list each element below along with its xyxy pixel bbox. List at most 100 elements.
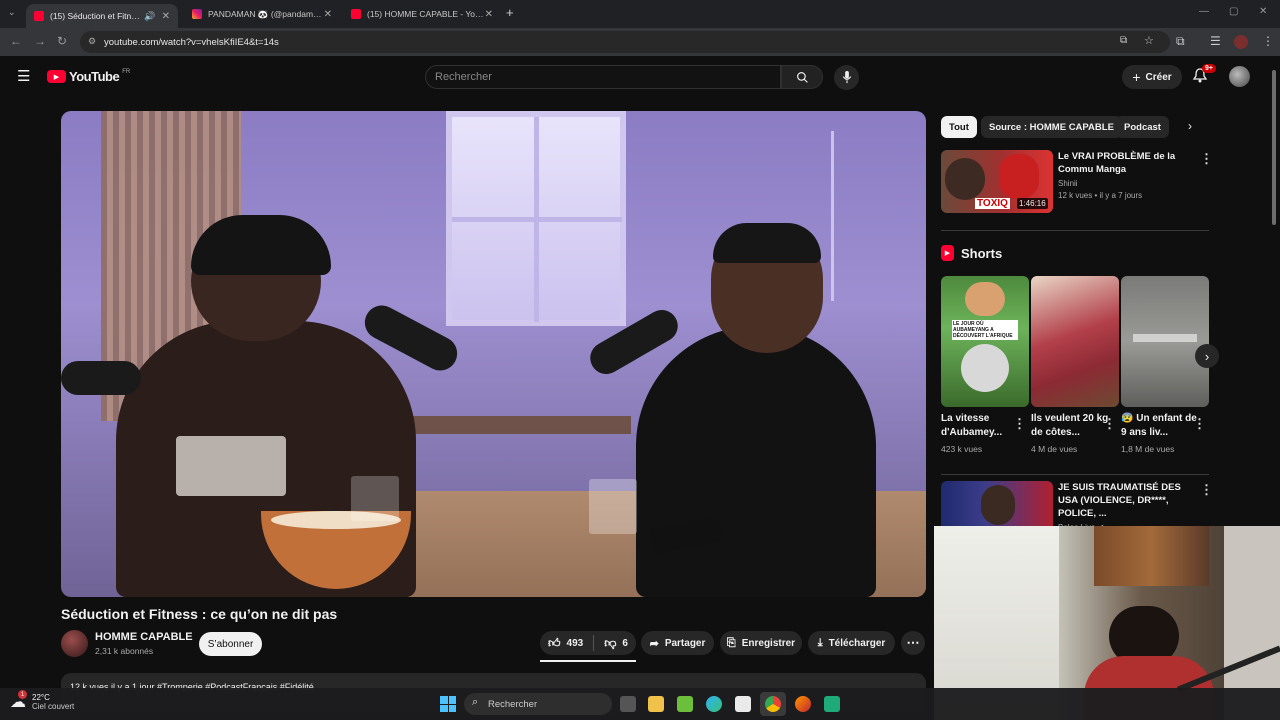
app-icon[interactable] <box>824 696 840 712</box>
chip-source[interactable]: Source : HOMME CAPABLE <box>981 116 1122 138</box>
close-window-icon[interactable]: ✕ <box>1259 6 1267 17</box>
video-player[interactable] <box>61 111 926 597</box>
search-input[interactable]: Rechercher <box>425 65 781 89</box>
browser-menu-icon[interactable]: ⋮ <box>1262 34 1274 48</box>
close-tab-icon[interactable]: ✕ <box>485 9 493 20</box>
back-icon[interactable]: ← <box>10 34 22 48</box>
maximize-icon[interactable]: ▢ <box>1229 6 1238 17</box>
tab-homme-capable[interactable]: (15) HOMME CAPABLE - YouTu ✕ <box>343 4 501 24</box>
microphone-icon <box>842 71 851 84</box>
tab-search-icon[interactable]: ⌄ <box>8 7 16 18</box>
store-icon[interactable] <box>735 696 751 712</box>
like-count[interactable]: 493 <box>567 638 584 649</box>
plus-icon: + <box>1132 69 1141 85</box>
account-avatar[interactable] <box>1229 66 1250 87</box>
short-thumbnail-2[interactable] <box>1031 276 1119 407</box>
firefox-icon[interactable] <box>795 696 811 712</box>
thumbs-down-icon[interactable]: 👎︎ <box>604 636 616 651</box>
recommended-video-title: Le VRAI PROBLÈME de la Commu Manga <box>1058 151 1176 175</box>
minimize-icon[interactable]: — <box>1199 6 1209 17</box>
more-vertical-icon[interactable]: ⋮ <box>1200 151 1213 167</box>
host-left-head <box>191 215 331 341</box>
more-vertical-icon[interactable]: ⋮ <box>1013 416 1026 432</box>
url-bar[interactable]: ⚙ youtube.com/watch?v=vhelsKfiIE4&t=14s … <box>80 31 1170 53</box>
like-ratio-bar <box>540 660 636 662</box>
install-app-icon[interactable]: ⧉ <box>1120 35 1127 46</box>
youtube-play-icon: ▶ <box>47 70 66 83</box>
new-tab-icon[interactable]: + <box>506 5 514 20</box>
divider <box>941 474 1209 475</box>
video-title: Séduction et Fitness : ce qu’on ne dit p… <box>61 606 338 622</box>
nvidia-icon[interactable] <box>677 696 693 712</box>
region-code: FR <box>122 69 131 75</box>
file-explorer-icon[interactable] <box>648 696 664 712</box>
chip-podcast[interactable]: Podcast <box>1116 116 1169 138</box>
chip-label: Podcast <box>1124 121 1161 133</box>
tab-seduction-fitness[interactable]: (15) Séduction et Fitness : c 🔊 ✕ <box>26 4 178 28</box>
taskbar-search-input[interactable]: ⌕ Rechercher <box>464 693 612 715</box>
youtube-logo-text: YouTube <box>69 69 120 84</box>
close-tab-icon[interactable]: ✕ <box>162 11 170 22</box>
dislike-count[interactable]: 6 <box>622 638 628 649</box>
tab-title: PANDAMAN 🐼 (@pandaman_ <box>208 8 324 19</box>
more-actions-button[interactable]: ⋯ <box>901 631 925 655</box>
recommended-video-info[interactable]: Le VRAI PROBLÈME de la Commu Manga Shini… <box>1058 150 1193 200</box>
chip-all[interactable]: Tout <box>941 116 977 138</box>
recommended-meta: 12 k vues • il y a 7 jours <box>1058 191 1143 200</box>
caption-decor <box>1133 334 1197 342</box>
notifications-button[interactable]: 9+ <box>1192 64 1216 89</box>
tab-pandaman[interactable]: PANDAMAN 🐼 (@pandaman_ ✕ <box>184 4 340 24</box>
voice-search-button[interactable] <box>834 65 859 90</box>
short-title-2[interactable]: Ils veulent 20 kg de côtes... <box>1031 412 1111 440</box>
task-view-icon[interactable] <box>620 696 636 712</box>
short-title-3[interactable]: 😰 Un enfant de 9 ans liv... <box>1121 412 1201 440</box>
thumbs-up-icon[interactable]: 👍︎ <box>548 636 561 651</box>
profile-avatar[interactable] <box>1234 35 1248 49</box>
thumbnail-person-decor <box>965 282 1005 316</box>
more-vertical-icon[interactable]: ⋮ <box>1200 482 1213 498</box>
reload-icon[interactable]: ↻ <box>57 34 67 48</box>
close-tab-icon[interactable]: ✕ <box>324 9 332 20</box>
host-right-figure <box>636 326 876 597</box>
chrome-icon[interactable] <box>765 696 781 712</box>
recommended-video-thumbnail[interactable]: TOXIQ 1:46:16 <box>941 150 1053 213</box>
channel-name[interactable]: HOMME CAPABLE <box>95 631 193 643</box>
chevron-right-icon[interactable]: › <box>1188 119 1192 133</box>
page-scrollbar[interactable] <box>1272 70 1276 225</box>
short-thumbnail-1[interactable]: LE JOUR OÙ AUBAMEYANG A DÉCOUVERT L'AFRI… <box>941 276 1029 407</box>
short-thumbnail-3[interactable] <box>1121 276 1209 407</box>
share-button[interactable]: ➦ Partager <box>641 631 714 655</box>
chip-label: Tout <box>949 121 969 133</box>
youtube-logo[interactable]: ▶ YouTube FR <box>47 69 130 84</box>
shorts-next-button[interactable]: › <box>1195 344 1219 368</box>
audio-playing-icon[interactable]: 🔊 <box>144 11 155 22</box>
host-right-head <box>711 223 823 353</box>
short-title-1[interactable]: La vitesse d'Aubamey... <box>941 412 1021 440</box>
bookmark-star-icon[interactable]: ☆ <box>1144 34 1154 47</box>
windows-start-icon[interactable] <box>440 696 456 712</box>
weather-widget[interactable]: ☁ 1 22°C Ciel couvert <box>10 690 74 712</box>
video-duration: 1:46:16 <box>1017 198 1048 209</box>
edge-browser-icon[interactable] <box>706 696 722 712</box>
instagram-favicon-icon <box>192 9 202 19</box>
channel-avatar[interactable] <box>61 630 88 657</box>
recommended-video-info[interactable]: JE SUIS TRAUMATISÉ DES USA (VIOLENCE, DR… <box>1058 481 1193 532</box>
shorts-label: Shorts <box>961 245 1003 261</box>
posters-decor <box>1094 526 1209 586</box>
site-info-icon[interactable]: ⚙ <box>88 36 96 47</box>
thumbnail-person-decor <box>999 154 1039 199</box>
thumbnail-person-decor <box>981 485 1015 525</box>
recommended-video-thumbnail[interactable] <box>941 481 1053 526</box>
extensions-icon[interactable]: ⧉ <box>1176 34 1185 49</box>
subscribe-button[interactable]: S’abonner <box>199 632 262 656</box>
search-button[interactable] <box>781 65 823 89</box>
short-views-2: 4 M de vues <box>1031 444 1078 454</box>
more-vertical-icon[interactable]: ⋮ <box>1103 416 1116 432</box>
create-button[interactable]: + Créer <box>1122 65 1182 89</box>
reading-list-icon[interactable]: ☰ <box>1210 34 1221 48</box>
save-button[interactable]: ⎘ Enregistrer <box>720 631 802 655</box>
more-vertical-icon[interactable]: ⋮ <box>1193 416 1206 432</box>
forward-icon[interactable]: → <box>34 34 46 48</box>
download-button[interactable]: ⤓ Télécharger <box>808 631 895 655</box>
hamburger-menu-icon[interactable]: ☰ <box>17 67 30 85</box>
